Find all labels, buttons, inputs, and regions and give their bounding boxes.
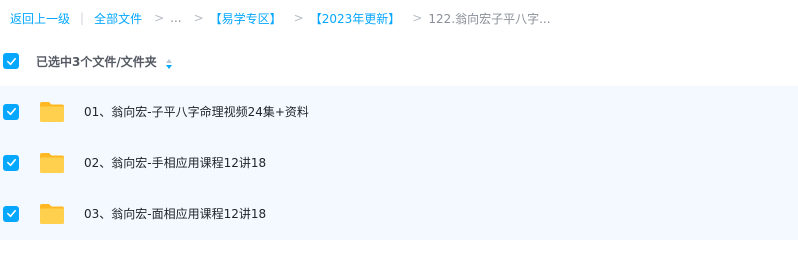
selection-summary: 已选中3个文件/文件夹 bbox=[36, 54, 157, 69]
check-icon bbox=[6, 107, 16, 116]
breadcrumb: 返回上一级 | 全部文件 > ... > 【易学专区】 > 【2023年更新】 … bbox=[0, 0, 798, 36]
sort-icon[interactable] bbox=[165, 55, 173, 69]
select-all-checkbox[interactable] bbox=[3, 53, 19, 69]
file-row[interactable]: 01、翁向宏-子平八字命理视频24集+资料 bbox=[0, 86, 798, 137]
folder-icon bbox=[40, 101, 64, 122]
chevron-right-icon: > bbox=[293, 11, 304, 25]
file-name[interactable]: 02、翁向宏-手相应用课程12讲18 bbox=[84, 154, 266, 171]
chevron-right-icon: > bbox=[154, 11, 165, 25]
row-checkbox[interactable] bbox=[3, 205, 19, 222]
file-name[interactable]: 03、翁向宏-面相应用课程12讲18 bbox=[84, 205, 266, 222]
breadcrumb-divider: | bbox=[80, 11, 85, 25]
chevron-right-icon: > bbox=[193, 11, 204, 25]
selection-header: 已选中3个文件/文件夹 bbox=[0, 44, 798, 78]
folder-icon bbox=[40, 203, 64, 224]
breadcrumb-level2[interactable]: 【2023年更新】 bbox=[310, 10, 401, 27]
file-name[interactable]: 01、翁向宏-子平八字命理视频24集+资料 bbox=[84, 103, 309, 120]
file-row[interactable]: 02、翁向宏-手相应用课程12讲18 bbox=[0, 137, 798, 188]
breadcrumb-level1[interactable]: 【易学专区】 bbox=[210, 10, 282, 27]
check-icon bbox=[6, 158, 16, 167]
row-checkbox[interactable] bbox=[3, 154, 19, 171]
file-row[interactable]: 03、翁向宏-面相应用课程12讲18 bbox=[0, 188, 798, 239]
back-link[interactable]: 返回上一级 bbox=[10, 10, 70, 27]
breadcrumb-ellipsis[interactable]: ... bbox=[170, 11, 181, 25]
breadcrumb-all-files[interactable]: 全部文件 bbox=[94, 10, 142, 27]
row-checkbox[interactable] bbox=[3, 103, 19, 120]
check-icon bbox=[6, 57, 16, 65]
chevron-right-icon: > bbox=[412, 11, 423, 25]
check-icon bbox=[6, 209, 16, 218]
breadcrumb-current: 122.翁向宏子平八字... bbox=[428, 11, 551, 26]
folder-icon bbox=[40, 152, 64, 173]
file-list: 01、翁向宏-子平八字命理视频24集+资料 02、翁向宏-手相应用课程12讲18… bbox=[0, 86, 798, 240]
